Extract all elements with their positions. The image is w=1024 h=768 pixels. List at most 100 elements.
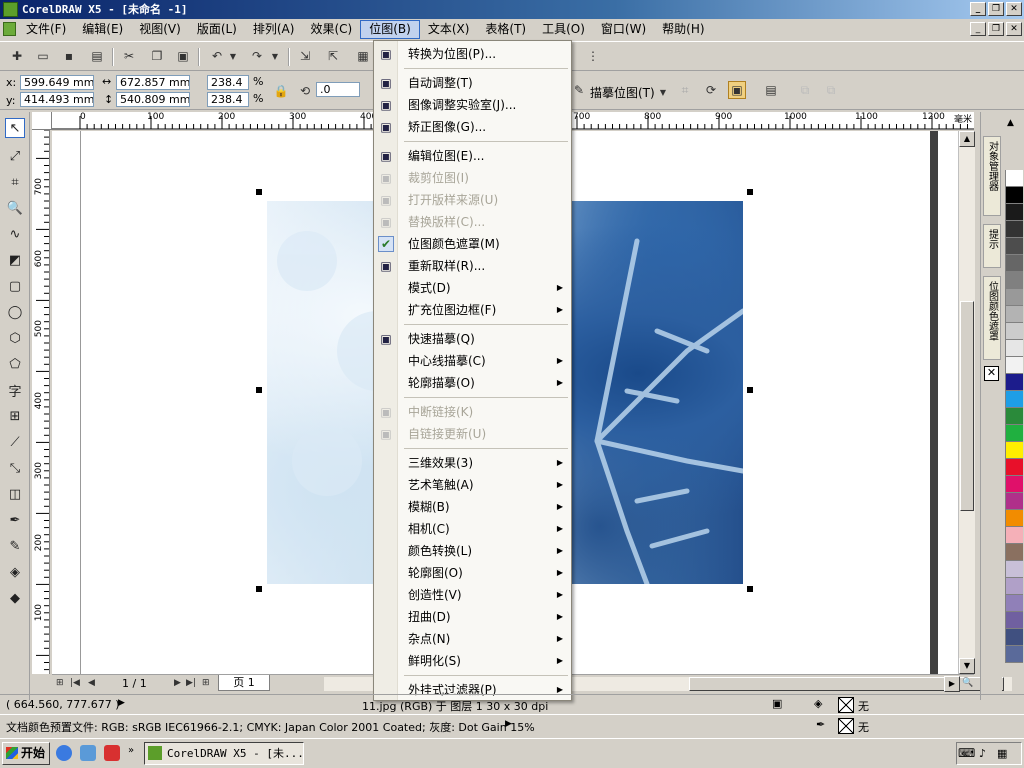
ruler-origin[interactable] [32,112,52,130]
navigator-zoom-icon[interactable]: 🔍 [962,678,973,688]
shape-tool-icon[interactable]: ⤢ [5,146,25,166]
y-position-field[interactable]: 414.493 mm [20,92,94,107]
color-swatch[interactable] [1005,272,1023,289]
bitmap-color-mask-icon[interactable]: ▣ [728,81,746,99]
color-swatch[interactable] [1005,408,1023,425]
taskbar-coreldraw-item[interactable]: CorelDRAW X5 - [未... [144,742,304,765]
color-swatch[interactable] [1005,459,1023,476]
color-swatch[interactable] [1005,578,1023,595]
bitmap-menu-item[interactable]: 杂点(N) ▶ [374,628,571,650]
bitmap-menu-item[interactable]: ▣ 重新取样(R)... [374,255,571,277]
volume-icon[interactable]: ♪ [979,743,986,764]
connector-tool-icon[interactable]: ⤡ [5,458,25,478]
color-swatch[interactable] [1005,425,1023,442]
interactive-fill-tool-icon[interactable]: ◆ [5,588,25,608]
no-color-swatch[interactable] [1005,170,1023,187]
scale-x-field[interactable]: 238.4 [207,75,249,90]
palette-scroll-up-icon[interactable]: ▲ [1007,118,1014,128]
color-swatch[interactable] [1005,289,1023,306]
bitmap-menu-item[interactable]: ▣ 转换为位图(P)... [374,43,571,65]
bitmap-menu-item[interactable]: 模糊(B) ▶ [374,496,571,518]
vertical-scroll-thumb[interactable] [960,301,974,511]
bitmap-menu-item[interactable]: ▣ 编辑位图(E)... [374,145,571,167]
bitmap-menu-item[interactable]: 鲜明化(S) ▶ [374,650,571,672]
snap-to-icon[interactable]: ⋮ [584,47,602,65]
color-swatch[interactable] [1005,204,1023,221]
menu-layout[interactable]: 版面(L) [189,20,245,39]
color-swatch[interactable] [1005,544,1023,561]
menu-tools[interactable]: 工具(O) [534,20,593,39]
scroll-up-icon[interactable]: ▲ [959,131,975,147]
outline-none-swatch[interactable] [838,718,854,734]
redo-dropdown-icon[interactable]: ▼ [270,47,280,65]
table-tool-icon[interactable]: ⊞ [5,406,25,426]
menu-table[interactable]: 表格(T) [477,20,534,39]
fill-none-swatch[interactable] [838,697,854,713]
color-swatch[interactable] [1005,527,1023,544]
menu-bitmaps[interactable]: 位图(B) [360,20,420,39]
lock-ratio-icon[interactable]: 🔒 [272,82,290,100]
docker-close-icon[interactable]: ✕ [984,366,999,381]
new-document-icon[interactable]: ✚ [8,47,26,65]
next-page-icon[interactable]: ▶ [174,678,181,688]
fill-tool-icon[interactable]: ◈ [5,562,25,582]
save-icon[interactable]: ▪ [60,47,78,65]
prev-page-icon[interactable]: ◀ [88,678,95,688]
bitmap-menu-item[interactable]: 模式(D) ▶ [374,277,571,299]
trace-dropdown-icon[interactable]: ▼ [658,83,668,101]
color-swatch[interactable] [1005,510,1023,527]
bitmap-menu-item[interactable]: 扭曲(D) ▶ [374,606,571,628]
cut-icon[interactable]: ✂ [120,47,138,65]
smart-fill-tool-icon[interactable]: ◩ [5,250,25,270]
resample-icon[interactable]: ⟳ [702,81,720,99]
basic-shapes-tool-icon[interactable]: ⬠ [5,354,25,374]
open-icon[interactable]: ▭ [34,47,52,65]
blend-tool-icon[interactable]: ◫ [5,484,25,504]
bitmap-menu-item[interactable]: 轮廓图(O) ▶ [374,562,571,584]
doc-close-button[interactable]: ✕ [1006,22,1022,36]
color-swatch[interactable] [1005,476,1023,493]
undo-icon[interactable]: ↶ [208,47,226,65]
quicklaunch-expand-icon[interactable]: » [128,745,134,756]
import-icon[interactable]: ⇲ [296,47,314,65]
pick-tool-icon[interactable]: ↖ [5,118,25,138]
rotation-angle-field[interactable]: .0 [316,82,360,97]
close-button[interactable]: ✕ [1006,2,1022,16]
vertical-scrollbar[interactable]: ▲ ▼ [958,131,975,674]
trace-bitmap-button[interactable]: 描摹位图(T) [590,84,655,101]
ellipse-tool-icon[interactable]: ◯ [5,302,25,322]
zoom-tool-icon[interactable]: 🔍 [5,198,25,218]
wrap-text-icon[interactable]: ▤ [762,81,780,99]
print-icon[interactable]: ▤ [88,47,106,65]
add-page-after-icon[interactable]: ⊞ [202,678,210,688]
polygon-tool-icon[interactable]: ⬡ [5,328,25,348]
scroll-right-icon[interactable]: ▶ [944,676,960,692]
start-button[interactable]: 开始 [2,742,50,765]
color-swatch[interactable] [1005,646,1023,663]
color-swatch[interactable] [1005,629,1023,646]
bitmap-menu-item[interactable]: ▣ 快速描摹(Q) [374,328,571,350]
color-swatch[interactable] [1005,374,1023,391]
outline-tool-icon[interactable]: ✎ [5,536,25,556]
scroll-down-icon[interactable]: ▼ [959,658,975,674]
eyedropper-tool-icon[interactable]: ✒ [5,510,25,530]
first-page-icon[interactable]: |◀ [70,678,80,688]
freehand-tool-icon[interactable]: ∿ [5,224,25,244]
color-swatch[interactable] [1005,255,1023,272]
docker-tab-bitmap-color-mask[interactable]: 位图颜色遮罩 [983,276,1001,360]
color-swatch[interactable] [1005,442,1023,459]
page-tab-1[interactable]: 页 1 [218,675,270,691]
document-icon[interactable] [3,22,16,36]
color-swatch[interactable] [1005,493,1023,510]
copy-icon[interactable]: ❐ [148,47,166,65]
selection-handle[interactable] [747,586,753,592]
color-swatch[interactable] [1005,221,1023,238]
vertical-ruler[interactable]: 700 600 500 400 300 200 100 [32,130,50,674]
bitmap-menu-item[interactable]: 三维效果(3) ▶ [374,452,571,474]
selection-handle[interactable] [256,387,262,393]
quicklaunch-icon[interactable] [104,745,120,761]
color-swatch[interactable] [1005,391,1023,408]
menu-help[interactable]: 帮助(H) [654,20,712,39]
color-swatch[interactable] [1005,323,1023,340]
bitmap-menu-item[interactable]: ▣ 自动调整(T) [374,72,571,94]
